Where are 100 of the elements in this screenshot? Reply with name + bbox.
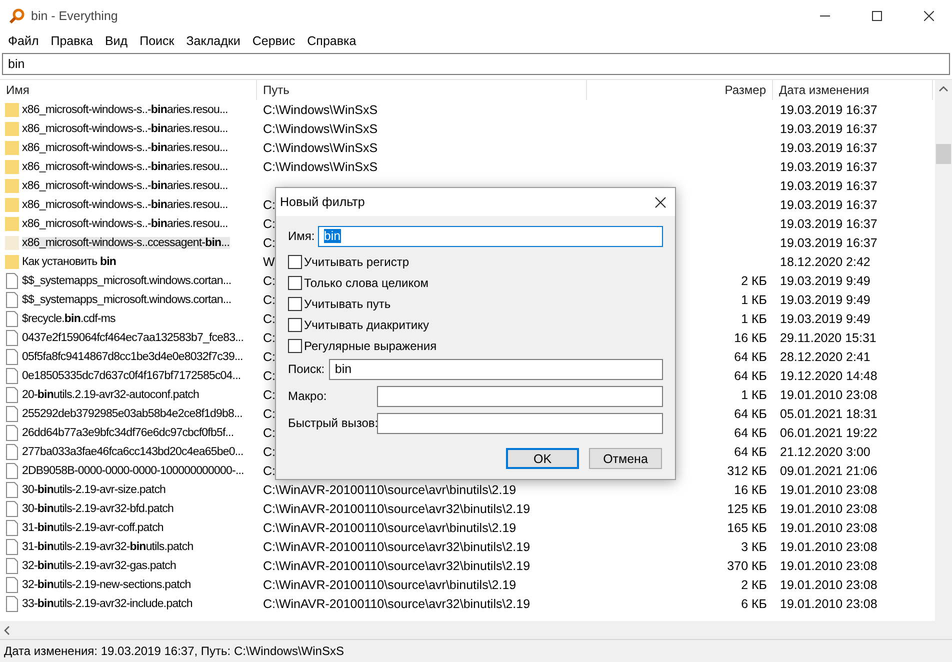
file-name[interactable]: $recycle.bin.cdf-ms — [22, 312, 116, 324]
date-cell: 19.03.2019 16:37 — [780, 236, 878, 250]
size-cell: 64 КБ — [734, 426, 767, 440]
file-name[interactable]: x86_microsoft-windows-s..-binaries.resou... — [22, 160, 228, 172]
size-cell: 370 КБ — [727, 558, 767, 572]
menu-item[interactable]: Поиск — [134, 34, 180, 48]
field-label: Макро: — [288, 389, 328, 403]
checkbox[interactable] — [288, 276, 302, 290]
app-icon — [9, 8, 25, 24]
path-cell: C: — [263, 388, 276, 402]
close-icon — [654, 196, 666, 208]
column-header[interactable]: Дата изменения — [773, 80, 933, 100]
menu-item[interactable]: Закладки — [180, 34, 246, 48]
scroll-left-icon[interactable] — [4, 626, 10, 634]
path-cell: C: — [263, 406, 276, 420]
size-cell: 64 КБ — [734, 444, 767, 458]
checkbox[interactable] — [288, 338, 302, 352]
file-name[interactable]: $$_systemapps_microsoft.windows.cortan... — [22, 294, 232, 306]
menu-item[interactable]: Файл — [2, 34, 45, 48]
file-icon — [5, 310, 19, 326]
date-cell: 05.01.2021 18:31 — [780, 406, 878, 420]
folder-icon — [5, 178, 19, 194]
column-header[interactable]: Путь — [257, 80, 587, 100]
file-name[interactable]: x86_microsoft-windows-s..-binaries.resou... — [22, 218, 228, 230]
checkbox-label[interactable]: Учитывать диакритику — [304, 318, 430, 332]
date-cell: 19.03.2019 9:49 — [780, 274, 870, 288]
file-name[interactable]: x86_microsoft-windows-s..ccessagent-bin... — [22, 236, 230, 248]
path-cell: C: — [263, 330, 276, 344]
file-name[interactable]: 20-binutils.2.19-avr32-autoconf.patch — [22, 388, 199, 400]
checkbox[interactable] — [288, 296, 302, 310]
column-header[interactable]: Имя — [0, 80, 257, 100]
path-cell: C: — [263, 236, 276, 250]
folder-icon — [5, 196, 19, 212]
file-name[interactable]: 05f5fa8fc9414867d8cc1be3d4e0e8032f7c39... — [22, 350, 243, 362]
file-name[interactable]: x86_microsoft-windows-s..-binaries.resou... — [22, 104, 228, 116]
menu-item[interactable]: Справка — [301, 34, 362, 48]
file-name[interactable]: 31-binutils-2.19-avr32-binutils.patch — [22, 540, 194, 552]
date-cell: 19.01.2010 23:08 — [780, 520, 878, 534]
search-field[interactable]: bin — [328, 358, 663, 380]
file-name[interactable]: 32-binutils-2.19-avr32-gas.patch — [22, 560, 176, 572]
checkbox-label[interactable]: Учитывать регистр — [304, 254, 410, 268]
status-bar: Дата изменения: 19.03.2019 16:37, Путь: C:\Windows\WinSxS — [0, 639, 952, 662]
date-cell: 19.03.2019 16:37 — [780, 198, 878, 212]
date-cell: 19.01.2010 23:08 — [780, 502, 878, 516]
file-name[interactable]: 0437e2f159064fcf464ec7aa132583b7_fce83... — [22, 332, 244, 344]
file-name[interactable]: Как установить bin — [22, 256, 116, 268]
file-name[interactable]: $$_systemapps_microsoft.windows.cortan... — [22, 274, 232, 286]
maximize-icon — [872, 11, 882, 21]
search-field[interactable]: bin — [2, 53, 950, 75]
cancel-button[interactable]: Отмена — [589, 448, 662, 469]
checkbox[interactable] — [288, 318, 302, 332]
file-name[interactable]: x86_microsoft-windows-s..-binaries.resou... — [22, 180, 228, 192]
date-cell: 06.01.2021 19:22 — [780, 426, 878, 440]
size-cell: 6 КБ — [741, 596, 767, 610]
size-cell: 64 КБ — [734, 368, 767, 382]
size-cell: 312 КБ — [727, 464, 767, 478]
checkbox-label[interactable]: Регулярные выражения — [304, 338, 437, 352]
name-field[interactable]: bin — [318, 226, 663, 246]
menu-item[interactable]: Сервис — [246, 34, 302, 48]
macro-field[interactable] — [376, 386, 663, 406]
date-cell: 09.01.2021 21:06 — [780, 464, 878, 478]
date-cell: 19.03.2019 16:37 — [780, 140, 878, 154]
file-name[interactable]: 2DB9058B-0000-0000-0000-100000000000-... — [22, 464, 244, 476]
file-icon — [5, 520, 19, 536]
scroll-up-icon[interactable] — [939, 86, 948, 92]
size-cell: 16 КБ — [734, 330, 767, 344]
file-name[interactable]: 0e18505335dc7d637c0f4f167bf7172585c04... — [22, 370, 241, 382]
file-name[interactable]: 33-binutils-2.19-avr32-include.patch — [22, 598, 192, 610]
file-name[interactable]: 255292deb3792985e03ab58b4e2ce8f1d9b8... — [22, 408, 242, 420]
checkbox-label[interactable]: Только слова целиком — [304, 276, 429, 290]
size-cell: 3 КБ — [741, 540, 767, 554]
folder-icon — [5, 234, 19, 250]
file-name[interactable]: x86_microsoft-windows-s..-binaries.resou... — [22, 198, 228, 210]
path-cell: C:\Windows\WinSxS — [263, 122, 378, 136]
size-cell: 165 КБ — [727, 520, 767, 534]
scrollbar-thumb[interactable] — [936, 144, 951, 164]
column-header[interactable]: Размер — [587, 80, 773, 100]
folder-icon — [5, 216, 19, 232]
file-name[interactable]: x86_microsoft-windows-s..-binaries.resou... — [22, 142, 228, 154]
date-cell: 18.12.2020 2:42 — [780, 254, 870, 268]
file-name[interactable]: 31-binutils-2.19-avr-coff.patch — [22, 522, 164, 534]
ok-button[interactable]: OK — [506, 448, 579, 469]
path-cell: C:\Windows\WinSxS — [263, 102, 378, 116]
path-cell: C: — [263, 350, 276, 364]
file-name[interactable]: 26dd64b77a3e9bfc34df76e6dc97cbcf0fb5f... — [22, 426, 234, 438]
file-name[interactable]: x86_microsoft-windows-s..-binaries.resou... — [22, 122, 228, 134]
file-name[interactable]: 30-binutils-2.19-avr-size.patch — [22, 484, 166, 496]
file-name[interactable]: 30-binutils-2.19-avr32-bfd.patch — [22, 502, 174, 514]
close-icon — [924, 11, 934, 21]
dialog-title: Новый фильтр — [280, 195, 365, 209]
checkbox-label[interactable]: Учитывать путь — [304, 296, 391, 310]
path-cell: C:\WinAVR-20100110\source\avr\binutils\2.19 — [263, 578, 516, 592]
checkbox[interactable] — [288, 254, 302, 268]
menu-item[interactable]: Правка — [44, 34, 99, 48]
menu-item[interactable]: Вид — [98, 34, 134, 48]
hotkey-field[interactable] — [377, 412, 663, 434]
folder-icon — [5, 158, 19, 174]
file-icon — [5, 500, 19, 516]
file-name[interactable]: 32-binutils-2.19-new-sections.patch — [22, 578, 191, 590]
file-name[interactable]: 277ba033a3fae46fca6cc143bd20c4ea65be0... — [22, 446, 244, 458]
